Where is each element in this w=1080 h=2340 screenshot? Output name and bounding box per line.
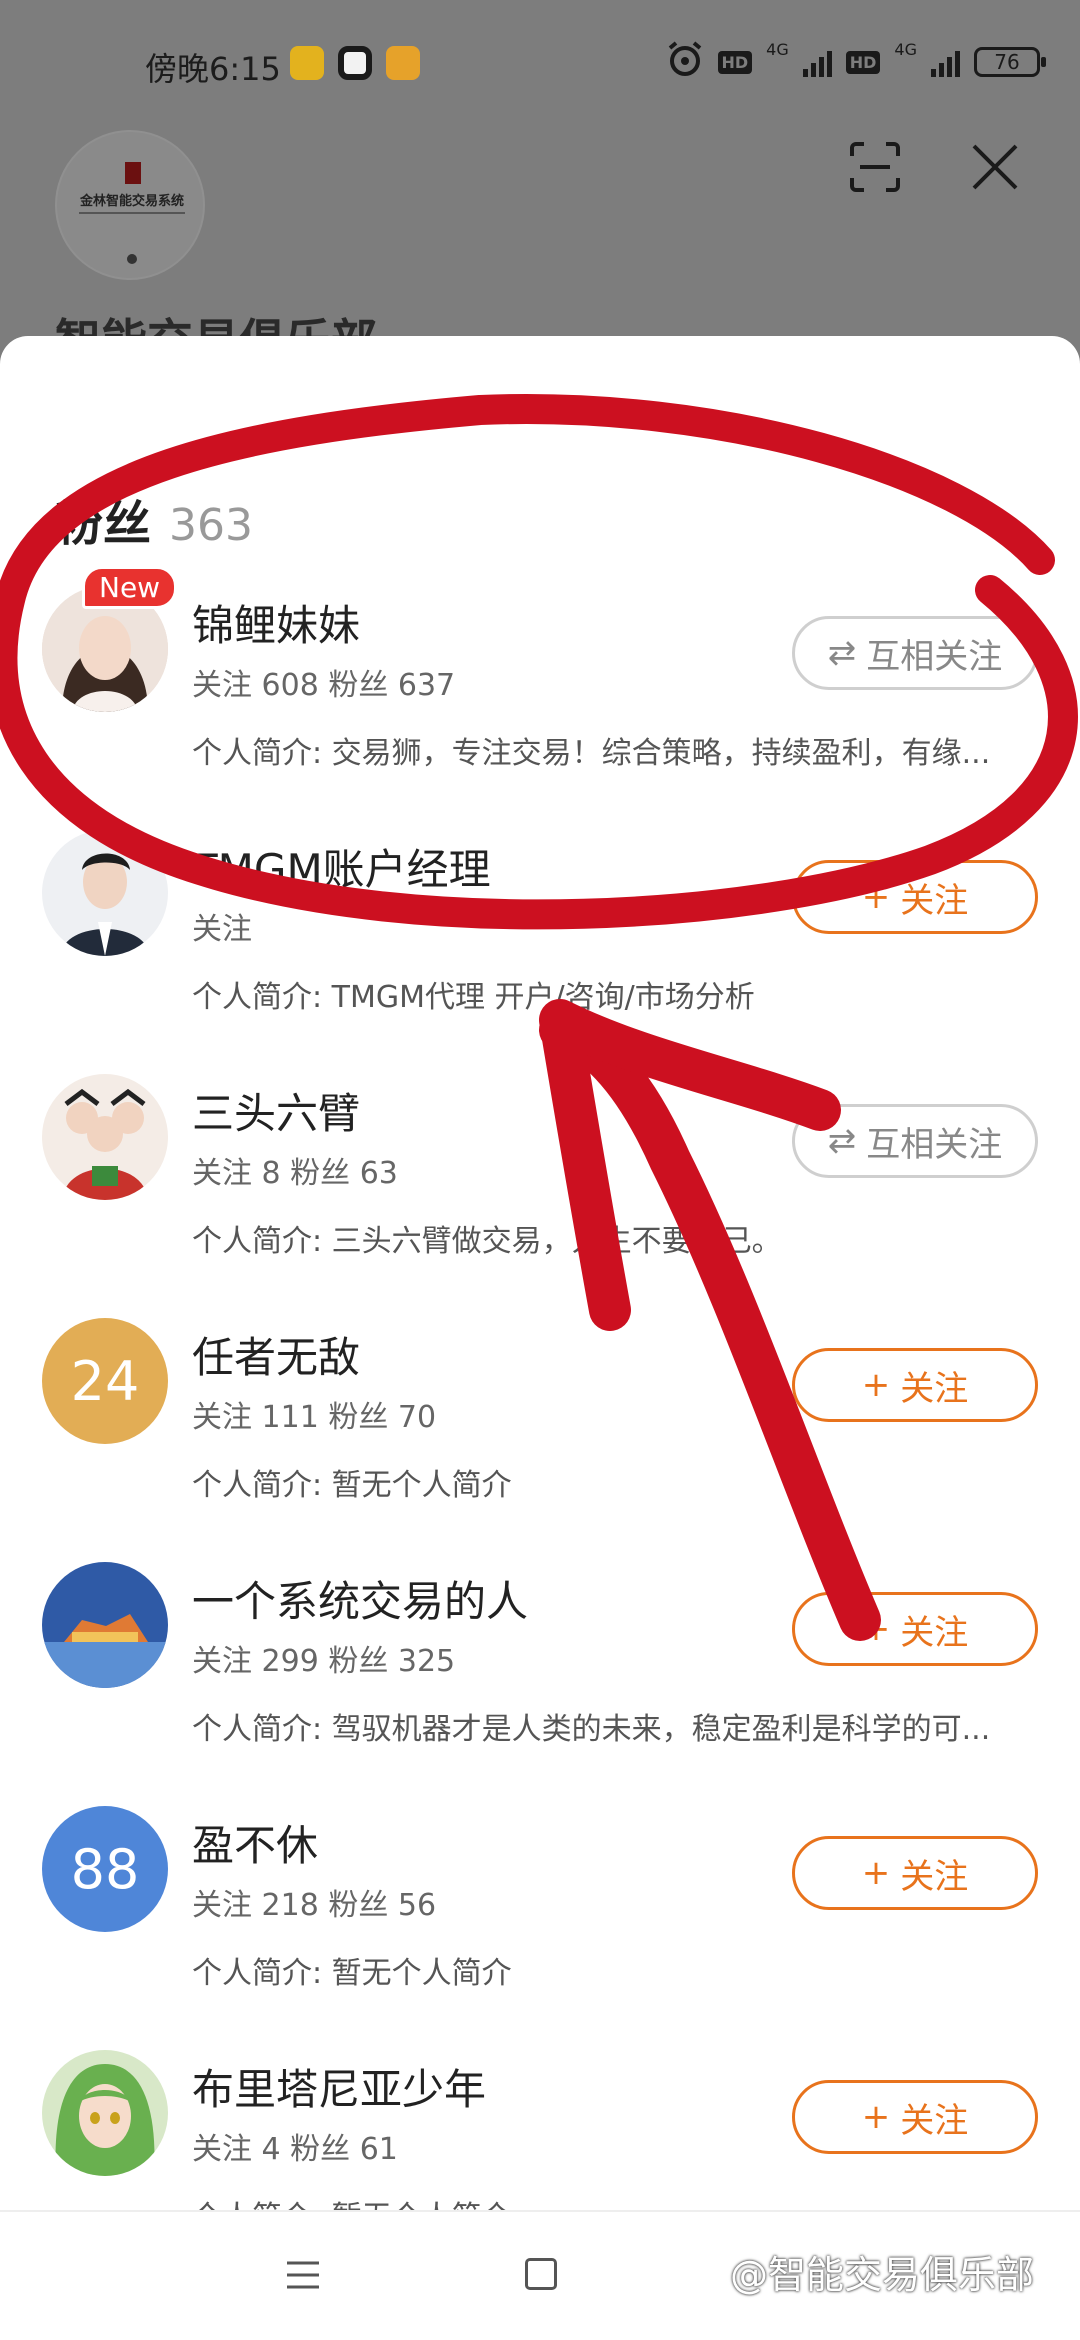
sheet-title: 粉丝 [55, 496, 152, 552]
hd-badge-2: HD [845, 50, 881, 74]
user-stats: 关注 111 粉丝 70 [192, 1400, 437, 1435]
signal-icon-1 [802, 47, 832, 77]
button-label: 互相关注 [866, 636, 1003, 677]
swap-icon: ⇄ [827, 633, 857, 673]
logo-mark-icon [125, 162, 141, 184]
user-bio: 个人简介: 三头六臂做交易，人生不要自己。 [192, 1224, 782, 1259]
list-item[interactable]: 三头六臂 关注 8 粉丝 63 个人简介: 三头六臂做交易，人生不要自己。 ⇄ … [0, 1044, 1080, 1288]
hd-badge-1: HD [717, 50, 753, 74]
follow-button[interactable]: + 关注 [792, 860, 1038, 934]
watermark: @智能交易俱乐部 [730, 2253, 1035, 2297]
logo-dot-icon [127, 254, 137, 264]
network-label-1: 4G [766, 40, 789, 59]
user-bio: 个人简介: TMGM代理 开户/咨询/市场分析 [192, 980, 755, 1015]
user-bio: 个人简介: 暂无个人简介 [192, 1468, 512, 1503]
user-name[interactable]: 三头六臂 [192, 1080, 360, 1141]
avatar[interactable]: 88 [42, 1806, 168, 1932]
avatar[interactable] [42, 1562, 168, 1688]
list-item[interactable]: New 锦鲤妹妹 关注 608 粉丝 637 个人简介: 交易狮，专注交易！综合… [0, 556, 1080, 800]
scan-icon[interactable] [848, 140, 902, 194]
user-name[interactable]: 一个系统交易的人 [192, 1568, 528, 1629]
avatar[interactable] [42, 2050, 168, 2176]
alarm-icon [666, 40, 704, 84]
status-bar: 傍晚6:15 HD 4G HD 4G 76 [0, 0, 1080, 120]
followers-sheet: 粉丝 363 New 锦鲤妹妹 关注 608 粉丝 637 个人简介: 交易狮，… [0, 336, 1080, 2340]
swap-icon: ⇄ [827, 1121, 857, 1161]
avatar[interactable] [42, 830, 168, 956]
signal-icon-2 [931, 47, 960, 77]
plus-icon: + [861, 1853, 891, 1893]
button-label: 关注 [900, 1612, 969, 1653]
plus-icon: + [861, 877, 891, 917]
close-icon[interactable] [968, 140, 1022, 194]
network-label-2: 4G [894, 40, 917, 59]
avatar-number: 88 [70, 1837, 140, 1901]
plus-icon: + [861, 2097, 891, 2137]
user-name[interactable]: 锦鲤妹妹 [192, 592, 360, 653]
button-label: 关注 [900, 1856, 969, 1897]
avatar-number: 24 [70, 1349, 140, 1413]
follower-count: 363 [169, 500, 253, 551]
status-time: 傍晚6:15 [145, 50, 281, 88]
logo-text: 金林智能交易系统 [79, 194, 184, 209]
list-item[interactable]: TMGM账户经理 关注 个人简介: TMGM代理 开户/咨询/市场分析 + 关注 [0, 800, 1080, 1044]
user-stats: 关注 299 粉丝 325 [192, 1644, 456, 1679]
background-page: 傍晚6:15 HD 4G HD 4G 76 金林智能交易系统 [0, 0, 1080, 368]
club-logo: 金林智能交易系统 [55, 130, 205, 280]
list-item[interactable]: 24 任者无敌 关注 111 粉丝 70 个人简介: 暂无个人简介 + 关注 [0, 1288, 1080, 1532]
plus-icon: + [861, 1365, 891, 1405]
button-label: 关注 [900, 880, 969, 921]
follower-list: New 锦鲤妹妹 关注 608 粉丝 637 个人简介: 交易狮，专注交易！综合… [0, 556, 1080, 2264]
user-name[interactable]: 盈不休 [192, 1812, 318, 1873]
logo-divider [79, 212, 185, 214]
user-stats: 关注 608 粉丝 637 [192, 668, 456, 703]
button-label: 关注 [900, 2100, 969, 2141]
mail-notification-icon [290, 46, 324, 80]
follow-button[interactable]: + 关注 [792, 1836, 1038, 1910]
home-icon[interactable] [525, 2258, 557, 2290]
new-badge: New [82, 566, 178, 609]
user-name[interactable]: TMGM账户经理 [192, 836, 491, 897]
menu-icon[interactable] [285, 2260, 321, 2290]
sheet-header: 粉丝 363 [55, 484, 253, 554]
plus-icon: + [861, 1609, 891, 1649]
user-bio: 个人简介: 交易狮，专注交易！综合策略，持续盈利，有缘... [192, 736, 991, 771]
user-name[interactable]: 任者无敌 [192, 1324, 360, 1385]
list-item[interactable]: 一个系统交易的人 关注 299 粉丝 325 个人简介: 驾驭机器才是人类的未来… [0, 1532, 1080, 1776]
message-notification-icon [386, 46, 420, 80]
user-name[interactable]: 布里塔尼亚少年 [192, 2056, 486, 2117]
user-stats: 关注 218 粉丝 56 [192, 1888, 437, 1923]
follow-button[interactable]: + 关注 [792, 1348, 1038, 1422]
mutual-follow-button[interactable]: ⇄ 互相关注 [792, 616, 1038, 690]
list-item[interactable]: 88 盈不休 关注 218 粉丝 56 个人简介: 暂无个人简介 + 关注 [0, 1776, 1080, 2020]
button-label: 关注 [900, 1368, 969, 1409]
status-right: HD 4G HD 4G 76 [666, 40, 1046, 84]
mutual-follow-button[interactable]: ⇄ 互相关注 [792, 1104, 1038, 1178]
avatar[interactable] [42, 1074, 168, 1200]
user-bio: 个人简介: 驾驭机器才是人类的未来，稳定盈利是科学的可... [192, 1712, 991, 1747]
button-label: 互相关注 [866, 1124, 1003, 1165]
user-bio: 个人简介: 暂无个人简介 [192, 1956, 512, 1991]
user-stats: 关注 4 粉丝 61 [192, 2132, 398, 2167]
avatar[interactable]: 24 [42, 1318, 168, 1444]
camera-notification-icon [338, 46, 372, 80]
user-stats: 关注 [192, 912, 252, 947]
follow-button[interactable]: + 关注 [792, 1592, 1038, 1666]
battery-icon: 76 [974, 47, 1046, 77]
follow-button[interactable]: + 关注 [792, 2080, 1038, 2154]
user-stats: 关注 8 粉丝 63 [192, 1156, 398, 1191]
